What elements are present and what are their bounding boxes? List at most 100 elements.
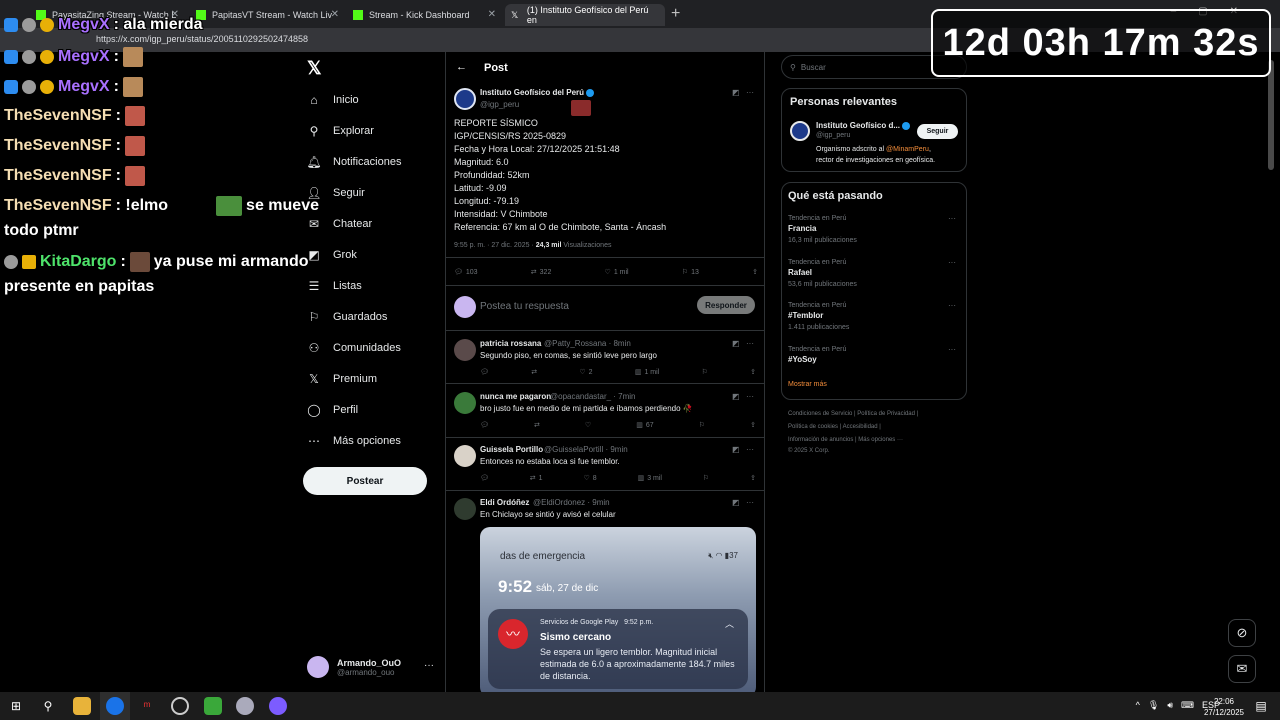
windows-start-icon[interactable]: ⊞ [7,697,25,715]
views-button[interactable]: ▥ 1 mil [635,368,659,377]
reply-author[interactable]: nunca me pagaron [480,392,551,401]
author-name[interactable]: Instituto Geofísico del Perú [480,88,595,97]
grok-button[interactable]: ⊘ [1228,619,1256,647]
views-button[interactable]: ▥ 3 mil [638,474,662,483]
avatar[interactable] [454,339,476,361]
repost-button[interactable]: ⇄ [534,421,540,429]
post-button[interactable]: Postear [303,467,427,495]
footer-links[interactable]: Información de anuncios | Más opciones ·… [788,437,903,443]
close-tab-icon[interactable]: ✕ [331,9,339,20]
mention-link[interactable]: @MinamPeru [886,146,929,153]
relevant-handle[interactable]: @igp_peru [816,132,850,139]
bookmark-icon[interactable]: ⚐ [702,368,708,376]
reply-icon[interactable]: 💬︎ [480,474,489,482]
relevant-name[interactable]: Instituto Geofísico d... [816,121,910,130]
more-icon[interactable]: ··· [746,445,754,454]
avatar[interactable] [454,88,476,110]
new-tab-button[interactable]: + [671,5,680,23]
more-icon[interactable]: ··· [746,88,754,97]
scrollbar[interactable] [1268,60,1274,170]
app-icon[interactable]: ᵐ [138,697,156,715]
close-tab-icon[interactable]: ✕ [488,9,496,20]
footer-links[interactable]: Condiciones de Servicio | Política de Pr… [788,411,918,417]
repost-button[interactable]: ⇄ 1 [530,474,543,483]
like-button[interactable]: ♡ 8 [583,474,596,483]
discord-icon[interactable] [269,697,287,715]
sidebar-item-comunidades[interactable]: ⚇ Comunidades [307,341,401,355]
messages-button[interactable]: ✉ [1228,655,1256,683]
share-button[interactable]: ⇪ [752,268,758,276]
reply-handle[interactable]: @opacandastar_ · 7min [550,392,636,401]
more-icon[interactable]: ··· [948,301,956,310]
avatar[interactable] [790,121,810,141]
grok-icon[interactable]: ◩ [732,392,740,401]
search-icon[interactable]: ⚲ [39,697,57,715]
reply-icon[interactable]: 💬︎ [480,368,489,376]
repost-icon: ⇄ [530,269,537,276]
avatar[interactable] [454,498,476,520]
file-explorer-icon[interactable] [73,697,91,715]
reply-handle[interactable]: @GuisselaPortill · 9min [544,445,628,454]
mic-icon[interactable]: 🎙︎ [1148,700,1159,711]
repost-icon: ⇄ [533,422,540,429]
share-icon[interactable]: ⇪ [750,474,756,482]
views-button[interactable]: ▥ 67 [636,421,653,430]
attached-image[interactable]: das de emergencia 🔇︎ ◠ ▮37 9:52 sáb, 27 … [480,527,756,692]
more-icon[interactable]: ··· [746,339,754,348]
sidebar-item-premium[interactable]: 𝕏 Premium [307,372,377,386]
reply-handle[interactable]: @Patty_Rossana · 8min [544,339,631,348]
app-icon[interactable] [204,697,222,715]
trend-name: #Temblor [788,311,824,320]
more-icon[interactable]: ··· [948,214,956,223]
show-more-link[interactable]: Mostrar más [788,381,827,388]
app-icon[interactable] [236,697,254,715]
tab-igp-post[interactable]: 𝕏 (1) Instituto Geofísico del Perú en [505,4,665,26]
share-icon[interactable]: ⇪ [750,368,756,376]
avatar[interactable] [454,392,476,414]
sidebar-item-mas-opciones[interactable]: ⋯ Más opciones [307,434,401,448]
grok-icon[interactable]: ◩ [732,498,740,507]
more-icon[interactable]: ··· [948,258,956,267]
edge-browser-icon[interactable] [106,697,124,715]
more-icon[interactable]: ··· [424,660,434,671]
like-button[interactable]: ♡ 1 mil [605,268,629,277]
reply-author[interactable]: Guissela Portillo [480,445,543,454]
grok-icon[interactable]: ◩ [732,339,740,348]
more-icon[interactable]: ··· [948,345,956,354]
chevron-up-icon[interactable]: ^ [1136,700,1140,711]
repost-button[interactable]: ⇄ 322 [530,268,552,277]
grok-icon[interactable]: ◩ [732,88,740,97]
more-icon[interactable]: ··· [746,392,754,401]
reply-author[interactable]: patricia rossana [480,339,541,348]
clock[interactable]: 22:06 27/12/2025 [1204,696,1244,718]
repost-button[interactable]: ⇄ [531,368,537,376]
network-icon[interactable]: ⌨ [1181,700,1194,711]
bookmark-button[interactable]: ⚐ 13 [682,268,699,277]
bookmark-icon[interactable]: ⚐ [699,421,705,429]
more-icon[interactable]: ··· [746,498,754,507]
bookmark-icon[interactable]: ⚐ [703,474,709,482]
obs-icon[interactable] [171,697,189,715]
reply-handle[interactable]: @EldiOrdonez · 9min [533,498,610,507]
reply-icon[interactable]: 💬︎ [480,421,489,429]
reply-author[interactable]: Eldi Ordóñez [480,498,529,507]
reply-input[interactable]: Postea tu respuesta [480,301,569,312]
back-arrow-icon[interactable]: ← [456,61,467,73]
volume-icon[interactable]: 🔊︎ [1167,700,1173,711]
notifications-icon[interactable]: ▤ [1252,697,1270,715]
follow-button[interactable]: Seguir [917,124,958,139]
tab-kick-dashboard[interactable]: Stream - Kick Dashboard ✕ [347,4,502,26]
footer-links[interactable]: Política de cookies | Accesibilidad | [788,424,881,430]
grok-icon[interactable]: ◩ [732,445,740,454]
chart-icon: ▥ [636,422,643,429]
reply-submit-button[interactable]: Responder [697,296,755,314]
avatar[interactable] [454,445,476,467]
sidebar-item-guardados[interactable]: ⚐ Guardados [307,310,388,324]
like-button[interactable]: ♡ 2 [579,368,592,377]
account-switcher[interactable]: Armando_OuO @armando_ouo [307,656,401,678]
reply-button[interactable]: 💬︎ 103 [454,268,478,277]
like-button[interactable]: ♡ [585,421,591,429]
share-icon[interactable]: ⇪ [750,421,756,429]
author-handle[interactable]: @igp_peru [480,100,519,109]
sidebar-item-perfil[interactable]: ◯ Perfil [307,403,358,417]
